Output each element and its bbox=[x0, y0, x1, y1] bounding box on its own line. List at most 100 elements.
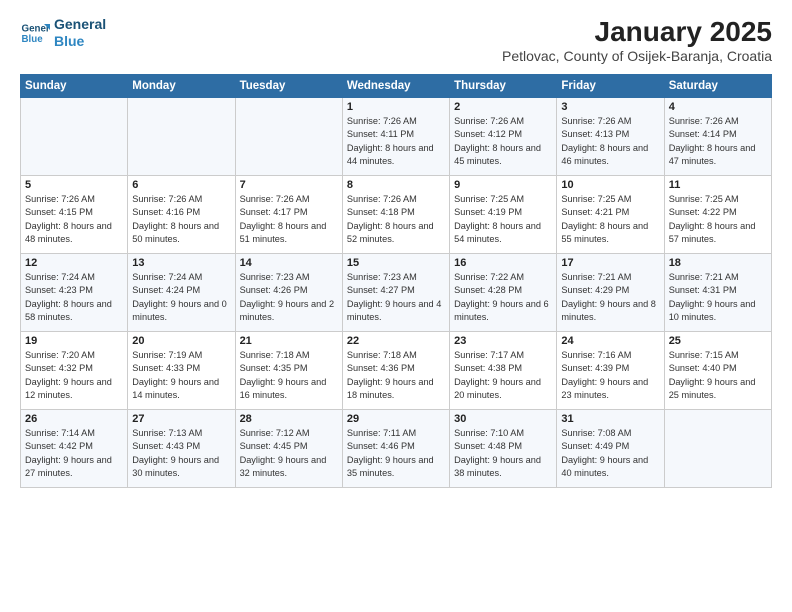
day-info: Sunrise: 7:26 AM Sunset: 4:17 PM Dayligh… bbox=[240, 194, 327, 244]
day-info: Sunrise: 7:25 AM Sunset: 4:19 PM Dayligh… bbox=[454, 194, 541, 244]
header-row: SundayMondayTuesdayWednesdayThursdayFrid… bbox=[21, 75, 772, 98]
day-info: Sunrise: 7:18 AM Sunset: 4:36 PM Dayligh… bbox=[347, 350, 434, 400]
day-cell: 3 Sunrise: 7:26 AM Sunset: 4:13 PM Daylig… bbox=[557, 98, 664, 176]
week-row-3: 12 Sunrise: 7:24 AM Sunset: 4:23 PM Dayli… bbox=[21, 254, 772, 332]
day-cell: 4 Sunrise: 7:26 AM Sunset: 4:14 PM Daylig… bbox=[664, 98, 771, 176]
col-header-saturday: Saturday bbox=[664, 75, 771, 98]
day-cell: 18 Sunrise: 7:21 AM Sunset: 4:31 PM Dayli… bbox=[664, 254, 771, 332]
day-info: Sunrise: 7:20 AM Sunset: 4:32 PM Dayligh… bbox=[25, 350, 112, 400]
day-info: Sunrise: 7:21 AM Sunset: 4:31 PM Dayligh… bbox=[669, 272, 756, 322]
day-number: 17 bbox=[561, 257, 659, 269]
day-info: Sunrise: 7:23 AM Sunset: 4:26 PM Dayligh… bbox=[240, 272, 335, 322]
day-cell bbox=[235, 98, 342, 176]
week-row-5: 26 Sunrise: 7:14 AM Sunset: 4:42 PM Dayli… bbox=[21, 410, 772, 488]
day-cell: 10 Sunrise: 7:25 AM Sunset: 4:21 PM Dayli… bbox=[557, 176, 664, 254]
day-info: Sunrise: 7:25 AM Sunset: 4:21 PM Dayligh… bbox=[561, 194, 648, 244]
day-number: 20 bbox=[132, 335, 230, 347]
col-header-friday: Friday bbox=[557, 75, 664, 98]
week-row-1: 1Sunrise: 7:26 AM Sunset: 4:11 PM Daylig… bbox=[21, 98, 772, 176]
day-info: Sunrise: 7:26 AM Sunset: 4:13 PM Dayligh… bbox=[561, 116, 648, 166]
day-cell: 9 Sunrise: 7:25 AM Sunset: 4:19 PM Daylig… bbox=[450, 176, 557, 254]
day-info: Sunrise: 7:16 AM Sunset: 4:39 PM Dayligh… bbox=[561, 350, 648, 400]
day-number: 28 bbox=[240, 413, 338, 425]
day-info: Sunrise: 7:19 AM Sunset: 4:33 PM Dayligh… bbox=[132, 350, 219, 400]
day-info: Sunrise: 7:25 AM Sunset: 4:22 PM Dayligh… bbox=[669, 194, 756, 244]
day-info: Sunrise: 7:26 AM Sunset: 4:14 PM Dayligh… bbox=[669, 116, 756, 166]
day-number: 6 bbox=[132, 179, 230, 191]
title-block: January 2025 Petlovac, County of Osijek-… bbox=[502, 16, 772, 64]
day-number: 8 bbox=[347, 179, 445, 191]
day-number: 2 bbox=[454, 101, 552, 113]
week-row-2: 5Sunrise: 7:26 AM Sunset: 4:15 PM Daylig… bbox=[21, 176, 772, 254]
day-cell: 28 Sunrise: 7:12 AM Sunset: 4:45 PM Dayli… bbox=[235, 410, 342, 488]
day-number: 29 bbox=[347, 413, 445, 425]
day-cell: 31 Sunrise: 7:08 AM Sunset: 4:49 PM Dayli… bbox=[557, 410, 664, 488]
main-title: January 2025 bbox=[502, 16, 772, 48]
day-number: 18 bbox=[669, 257, 767, 269]
day-cell: 29Sunrise: 7:11 AM Sunset: 4:46 PM Dayli… bbox=[342, 410, 449, 488]
day-info: Sunrise: 7:24 AM Sunset: 4:24 PM Dayligh… bbox=[132, 272, 227, 322]
day-cell: 12 Sunrise: 7:24 AM Sunset: 4:23 PM Dayli… bbox=[21, 254, 128, 332]
day-number: 23 bbox=[454, 335, 552, 347]
day-cell: 14 Sunrise: 7:23 AM Sunset: 4:26 PM Dayli… bbox=[235, 254, 342, 332]
day-cell: 22 Sunrise: 7:18 AM Sunset: 4:36 PM Dayli… bbox=[342, 332, 449, 410]
day-number: 31 bbox=[561, 413, 659, 425]
day-info: Sunrise: 7:24 AM Sunset: 4:23 PM Dayligh… bbox=[25, 272, 112, 322]
day-info: Sunrise: 7:12 AM Sunset: 4:45 PM Dayligh… bbox=[240, 428, 327, 478]
day-info: Sunrise: 7:21 AM Sunset: 4:29 PM Dayligh… bbox=[561, 272, 656, 322]
day-number: 16 bbox=[454, 257, 552, 269]
day-number: 10 bbox=[561, 179, 659, 191]
day-cell: 5Sunrise: 7:26 AM Sunset: 4:15 PM Daylig… bbox=[21, 176, 128, 254]
day-info: Sunrise: 7:10 AM Sunset: 4:48 PM Dayligh… bbox=[454, 428, 541, 478]
day-number: 30 bbox=[454, 413, 552, 425]
day-number: 4 bbox=[669, 101, 767, 113]
svg-text:Blue: Blue bbox=[22, 34, 44, 45]
day-cell: 25Sunrise: 7:15 AM Sunset: 4:40 PM Dayli… bbox=[664, 332, 771, 410]
logo-icon: General Blue bbox=[20, 18, 50, 48]
day-number: 13 bbox=[132, 257, 230, 269]
day-info: Sunrise: 7:08 AM Sunset: 4:49 PM Dayligh… bbox=[561, 428, 648, 478]
day-info: Sunrise: 7:14 AM Sunset: 4:42 PM Dayligh… bbox=[25, 428, 112, 478]
day-cell: 26 Sunrise: 7:14 AM Sunset: 4:42 PM Dayli… bbox=[21, 410, 128, 488]
day-cell: 8 Sunrise: 7:26 AM Sunset: 4:18 PM Daylig… bbox=[342, 176, 449, 254]
day-number: 25 bbox=[669, 335, 767, 347]
day-info: Sunrise: 7:13 AM Sunset: 4:43 PM Dayligh… bbox=[132, 428, 219, 478]
day-cell: 27 Sunrise: 7:13 AM Sunset: 4:43 PM Dayli… bbox=[128, 410, 235, 488]
day-number: 3 bbox=[561, 101, 659, 113]
day-number: 9 bbox=[454, 179, 552, 191]
day-info: Sunrise: 7:18 AM Sunset: 4:35 PM Dayligh… bbox=[240, 350, 327, 400]
day-cell: 24Sunrise: 7:16 AM Sunset: 4:39 PM Dayli… bbox=[557, 332, 664, 410]
day-number: 7 bbox=[240, 179, 338, 191]
day-cell bbox=[664, 410, 771, 488]
col-header-wednesday: Wednesday bbox=[342, 75, 449, 98]
col-header-sunday: Sunday bbox=[21, 75, 128, 98]
logo-blue: Blue bbox=[54, 33, 106, 50]
day-info: Sunrise: 7:22 AM Sunset: 4:28 PM Dayligh… bbox=[454, 272, 549, 322]
page: General Blue General Blue January 2025 P… bbox=[0, 0, 792, 612]
day-cell: 19Sunrise: 7:20 AM Sunset: 4:32 PM Dayli… bbox=[21, 332, 128, 410]
day-info: Sunrise: 7:26 AM Sunset: 4:18 PM Dayligh… bbox=[347, 194, 434, 244]
day-cell: 23 Sunrise: 7:17 AM Sunset: 4:38 PM Dayli… bbox=[450, 332, 557, 410]
day-info: Sunrise: 7:23 AM Sunset: 4:27 PM Dayligh… bbox=[347, 272, 442, 322]
day-number: 12 bbox=[25, 257, 123, 269]
day-cell: 17 Sunrise: 7:21 AM Sunset: 4:29 PM Dayli… bbox=[557, 254, 664, 332]
day-cell: 15 Sunrise: 7:23 AM Sunset: 4:27 PM Dayli… bbox=[342, 254, 449, 332]
day-cell bbox=[128, 98, 235, 176]
day-number: 27 bbox=[132, 413, 230, 425]
day-number: 15 bbox=[347, 257, 445, 269]
day-number: 26 bbox=[25, 413, 123, 425]
day-number: 14 bbox=[240, 257, 338, 269]
calendar-table: SundayMondayTuesdayWednesdayThursdayFrid… bbox=[20, 74, 772, 488]
subtitle: Petlovac, County of Osijek-Baranja, Croa… bbox=[502, 48, 772, 64]
day-info: Sunrise: 7:26 AM Sunset: 4:16 PM Dayligh… bbox=[132, 194, 219, 244]
col-header-tuesday: Tuesday bbox=[235, 75, 342, 98]
day-cell bbox=[21, 98, 128, 176]
day-cell: 2Sunrise: 7:26 AM Sunset: 4:12 PM Daylig… bbox=[450, 98, 557, 176]
col-header-monday: Monday bbox=[128, 75, 235, 98]
day-info: Sunrise: 7:17 AM Sunset: 4:38 PM Dayligh… bbox=[454, 350, 541, 400]
day-number: 22 bbox=[347, 335, 445, 347]
day-cell: 11Sunrise: 7:25 AM Sunset: 4:22 PM Dayli… bbox=[664, 176, 771, 254]
day-cell: 20 Sunrise: 7:19 AM Sunset: 4:33 PM Dayli… bbox=[128, 332, 235, 410]
day-cell: 30 Sunrise: 7:10 AM Sunset: 4:48 PM Dayli… bbox=[450, 410, 557, 488]
week-row-4: 19Sunrise: 7:20 AM Sunset: 4:32 PM Dayli… bbox=[21, 332, 772, 410]
